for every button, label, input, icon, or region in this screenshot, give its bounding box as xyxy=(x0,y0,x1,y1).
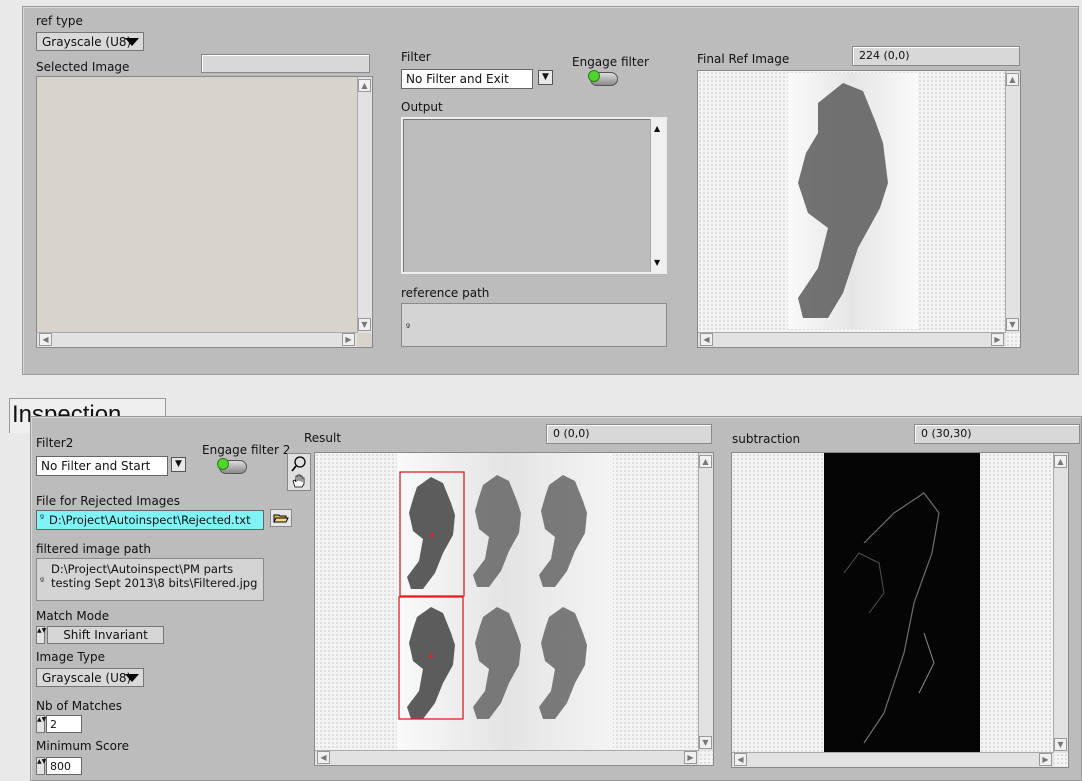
toggle-switch-icon xyxy=(217,458,229,470)
output-textbox[interactable]: ▲ ▼ xyxy=(401,117,667,274)
subtraction-image-display[interactable]: ▲ ▼ ◀ ▶ xyxy=(731,452,1069,768)
rejected-file-label: File for Rejected Images xyxy=(36,494,181,508)
reference-path-field[interactable]: ᵍ xyxy=(401,303,667,347)
result-parts-icon xyxy=(398,471,587,720)
subtraction-vscroll[interactable]: ▲ ▼ xyxy=(1053,453,1068,753)
result-image-display[interactable]: ▲ ▼ ◀ ▶ xyxy=(314,452,714,766)
filtered-path-value: D:\Project\Autoinspect\PM parts testing … xyxy=(51,562,258,590)
scroll-arrow-icon[interactable]: ▼ xyxy=(699,736,712,749)
subtraction-edges-icon xyxy=(843,492,940,744)
engage-filter-toggle[interactable] xyxy=(588,70,618,86)
selected-image-display[interactable]: ▲ ▼ ◀ ▶ xyxy=(36,76,373,348)
subtraction-hscroll[interactable]: ◀ ▶ xyxy=(732,752,1054,767)
scroll-arrow-icon[interactable]: ▲ xyxy=(699,455,712,468)
scroll-arrow-icon[interactable]: ▲ xyxy=(1054,455,1067,468)
path-icon: ᵍ xyxy=(406,322,411,333)
engage-filter-label: Engage filter xyxy=(572,55,649,69)
match-mode-label: Match Mode xyxy=(36,609,110,623)
zoom-tool-button[interactable] xyxy=(287,453,311,491)
scroll-arrow-icon[interactable]: ▶ xyxy=(991,333,1004,346)
image-type-value: Grayscale (U8) xyxy=(42,671,132,685)
scroll-arrow-icon[interactable]: ▼ xyxy=(358,318,371,331)
image-type-label: Image Type xyxy=(36,650,105,664)
final-ref-image-strip xyxy=(788,73,918,329)
filtered-path-label: filtered image path xyxy=(36,542,151,556)
selected-image-hscroll[interactable]: ◀ ▶ xyxy=(37,332,357,347)
filter-ring[interactable]: No Filter and Exit xyxy=(401,69,533,89)
subtraction-readout: 0 (30,30) xyxy=(914,424,1080,444)
scroll-arrow-icon[interactable]: ▲ xyxy=(358,79,371,92)
match-mode-incdec[interactable]: ▲▼ xyxy=(36,626,46,644)
filter2-label: Filter2 xyxy=(36,436,74,450)
final-ref-image-display[interactable]: ▲ ▼ ◀ ▶ xyxy=(697,70,1021,348)
ref-type-select[interactable]: Grayscale (U8) xyxy=(36,32,144,51)
pan-hand-icon xyxy=(292,474,305,488)
result-label: Result xyxy=(304,431,342,445)
filter-dropdown-button[interactable]: ▼ xyxy=(538,70,553,85)
selected-image-label: Selected Image xyxy=(36,60,130,74)
filter2-ring[interactable]: No Filter and Start xyxy=(36,456,168,476)
scroll-arrow-icon[interactable]: ◀ xyxy=(317,751,330,764)
scroll-arrow-icon[interactable]: ▼ xyxy=(1054,738,1067,751)
nb-matches-value[interactable]: 2 xyxy=(46,715,82,733)
scroll-arrow-icon[interactable]: ▲ xyxy=(654,124,660,133)
output-label: Output xyxy=(401,100,443,114)
dropdown-arrow-icon xyxy=(125,38,139,46)
output-vscroll[interactable]: ▲ ▼ xyxy=(650,119,665,272)
result-vscroll[interactable]: ▲ ▼ xyxy=(698,453,713,751)
min-score-value[interactable]: 800 xyxy=(46,757,82,775)
nb-matches-incdec[interactable]: ▲▼ xyxy=(36,715,46,733)
scroll-arrow-icon[interactable]: ◀ xyxy=(700,333,713,346)
engage-filter2-label: Engage filter 2 xyxy=(202,443,291,457)
ref-type-label: ref type xyxy=(36,14,83,28)
folder-open-icon xyxy=(273,514,289,523)
scroll-arrow-icon[interactable]: ◀ xyxy=(734,753,747,766)
path-icon: ᵍ xyxy=(40,576,45,587)
scroll-arrow-icon[interactable]: ▶ xyxy=(342,333,355,346)
nb-matches-label: Nb of Matches xyxy=(36,699,123,713)
min-score-label: Minimum Score xyxy=(36,739,130,753)
selected-image-vscroll[interactable]: ▲ ▼ xyxy=(357,77,372,333)
zoom-icon xyxy=(291,456,306,472)
filtered-path-field[interactable]: ᵍ D:\Project\Autoinspect\PM parts testin… xyxy=(36,558,264,601)
path-icon: ᵍ xyxy=(40,513,45,524)
final-ref-vscroll[interactable]: ▲ ▼ xyxy=(1005,71,1020,333)
subtraction-image-strip xyxy=(824,453,980,753)
scroll-arrow-icon[interactable]: ▼ xyxy=(654,258,660,267)
selected-image-indicator xyxy=(201,54,370,73)
scroll-arrow-icon[interactable]: ▶ xyxy=(1039,753,1052,766)
part-silhouette-icon xyxy=(798,83,888,318)
scroll-arrow-icon[interactable]: ▶ xyxy=(684,751,697,764)
subtraction-label: subtraction xyxy=(732,432,801,446)
final-ref-readout: 224 (0,0) xyxy=(852,46,1020,66)
final-ref-label: Final Ref Image xyxy=(697,52,790,66)
engage-filter2-toggle[interactable] xyxy=(217,458,247,474)
scroll-arrow-icon[interactable]: ◀ xyxy=(39,333,52,346)
result-readout: 0 (0,0) xyxy=(546,424,712,444)
scroll-arrow-icon[interactable]: ▲ xyxy=(1006,73,1019,86)
image-type-select[interactable]: Grayscale (U8) xyxy=(36,668,144,687)
match-mode-value: Shift Invariant xyxy=(47,626,164,644)
scroll-arrow-icon[interactable]: ▼ xyxy=(1006,318,1019,331)
final-ref-hscroll[interactable]: ◀ ▶ xyxy=(698,332,1006,347)
toggle-switch-icon xyxy=(588,70,600,82)
dropdown-arrow-icon xyxy=(125,674,139,682)
browse-button[interactable] xyxy=(270,509,292,527)
min-score-incdec[interactable]: ▲▼ xyxy=(36,757,46,775)
rejected-file-path[interactable]: ᵍ D:\Project\Autoinspect\Rejected.txt xyxy=(36,510,264,530)
filter2-dropdown-button[interactable]: ▼ xyxy=(171,457,186,472)
reference-path-label: reference path xyxy=(401,286,490,300)
rejected-file-value: D:\Project\Autoinspect\Rejected.txt xyxy=(49,513,251,527)
filter-label: Filter xyxy=(401,50,431,64)
match-mode-control[interactable]: ▲▼ Shift Invariant xyxy=(36,626,164,644)
result-hscroll[interactable]: ◀ ▶ xyxy=(315,750,699,765)
ref-type-value: Grayscale (U8) xyxy=(42,35,132,49)
